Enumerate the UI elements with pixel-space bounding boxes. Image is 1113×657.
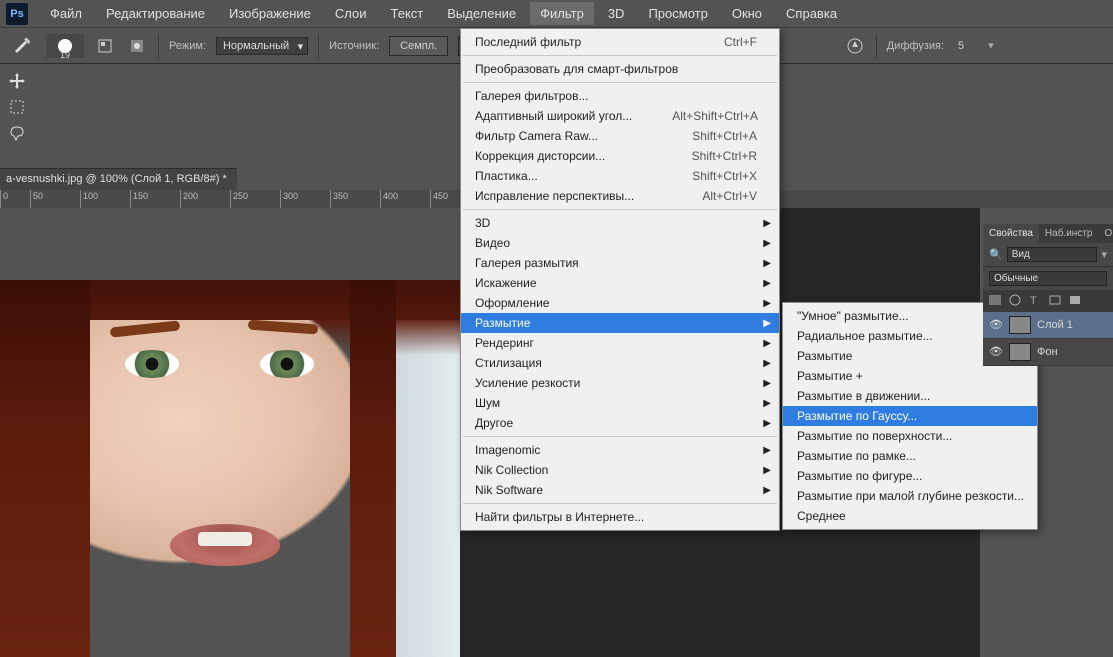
- visibility-icon[interactable]: 👁: [989, 345, 1003, 359]
- menu-edit[interactable]: Редактирование: [96, 2, 215, 25]
- filter-menu-item[interactable]: Размытие▶: [461, 313, 779, 333]
- canvas-image[interactable]: [0, 280, 460, 657]
- filter-menu-item[interactable]: Усиление резкости▶: [461, 373, 779, 393]
- filter-menu-item[interactable]: Найти фильтры в Интернете...: [461, 507, 779, 527]
- menu-select[interactable]: Выделение: [437, 2, 526, 25]
- menu-bar: Ps Файл Редактирование Изображение Слои …: [0, 0, 1113, 28]
- filter-menu-item[interactable]: Искажение▶: [461, 273, 779, 293]
- diffusion-label: Диффузия:: [887, 40, 944, 52]
- sample-layers-icon[interactable]: [126, 35, 148, 57]
- menu-view[interactable]: Просмотр: [638, 2, 717, 25]
- pressure-size-icon[interactable]: [844, 35, 866, 57]
- properties-panel-tabs: Свойства Наб.инстр О: [983, 224, 1113, 243]
- filter-menu-item[interactable]: Nik Collection▶: [461, 460, 779, 480]
- blur-submenu-item[interactable]: Размытие +: [783, 366, 1037, 386]
- blur-submenu-item[interactable]: Размытие по фигуре...: [783, 466, 1037, 486]
- layer-name: Фон: [1037, 346, 1058, 358]
- menu-layers[interactable]: Слои: [325, 2, 377, 25]
- brush-preset-picker[interactable]: 19: [46, 34, 84, 58]
- filter-text-icon[interactable]: T: [1027, 293, 1045, 309]
- blur-submenu-item[interactable]: Размытие по рамке...: [783, 446, 1037, 466]
- brush-size-label: 19: [60, 50, 70, 60]
- filter-menu-item[interactable]: Другое▶: [461, 413, 779, 433]
- filter-pixel-icon[interactable]: [987, 293, 1005, 309]
- toggle-brush-panel-icon[interactable]: [94, 35, 116, 57]
- source-label: Источник:: [329, 40, 379, 52]
- filter-menu-item[interactable]: Стилизация▶: [461, 353, 779, 373]
- filter-menu-item[interactable]: Галерея фильтров...: [461, 86, 779, 106]
- layer-thumbnail: [1009, 343, 1031, 361]
- document-tab[interactable]: a-vesnushki.jpg @ 100% (Слой 1, RGB/8#) …: [0, 168, 237, 190]
- menu-3d[interactable]: 3D: [598, 2, 635, 25]
- lasso-tool[interactable]: [0, 120, 34, 146]
- source-sampled-button[interactable]: Семпл.: [389, 36, 448, 56]
- tab-properties[interactable]: Свойства: [983, 224, 1039, 243]
- filter-menu-item[interactable]: 3D▶: [461, 213, 779, 233]
- layer-row-1[interactable]: 👁 Слой 1: [983, 312, 1113, 339]
- mode-label: Режим:: [169, 40, 206, 52]
- blur-submenu-item[interactable]: Размытие по Гауссу...: [783, 406, 1037, 426]
- menu-file[interactable]: Файл: [40, 2, 92, 25]
- menu-window[interactable]: Окно: [722, 2, 772, 25]
- filter-menu-item[interactable]: Адаптивный широкий угол...Alt+Shift+Ctrl…: [461, 106, 779, 126]
- layer-filter-toolbar: T: [983, 290, 1113, 312]
- filter-menu-item[interactable]: Преобразовать для смарт-фильтров: [461, 59, 779, 79]
- view-select[interactable]: Вид: [1007, 247, 1098, 262]
- filter-menu-item[interactable]: Коррекция дисторсии...Shift+Ctrl+R: [461, 146, 779, 166]
- filter-menu-item[interactable]: Исправление перспективы...Alt+Ctrl+V: [461, 186, 779, 206]
- layer-row-background[interactable]: 👁 Фон: [983, 339, 1113, 366]
- layer-name: Слой 1: [1037, 319, 1073, 331]
- search-icon: 🔍: [989, 248, 1003, 261]
- filter-menu-item[interactable]: Nik Software▶: [461, 480, 779, 500]
- blend-mode-select[interactable]: Нормальный ▾: [216, 37, 308, 55]
- tools-panel: [0, 64, 34, 146]
- blur-submenu-item[interactable]: Размытие в движении...: [783, 386, 1037, 406]
- filter-adjust-icon[interactable]: [1007, 293, 1025, 309]
- marquee-tool[interactable]: [0, 94, 34, 120]
- filter-menu-dropdown: Последний фильтрCtrl+F Преобразовать для …: [460, 28, 780, 531]
- filter-menu-item[interactable]: Шум▶: [461, 393, 779, 413]
- layer-thumbnail: [1009, 316, 1031, 334]
- filter-smart-icon[interactable]: [1067, 293, 1085, 309]
- filter-menu-item[interactable]: Рендеринг▶: [461, 333, 779, 353]
- filter-shape-icon[interactable]: [1047, 293, 1065, 309]
- tab-tool-presets[interactable]: Наб.инстр: [1039, 224, 1099, 243]
- blur-submenu-item[interactable]: Размытие по поверхности...: [783, 426, 1037, 446]
- filter-menu-item[interactable]: Imagenomic▶: [461, 440, 779, 460]
- right-panels: Свойства Наб.инстр О 🔍 Вид ▾ Обычные T 👁…: [983, 224, 1113, 366]
- diffusion-value[interactable]: 5: [958, 40, 964, 52]
- filter-menu-item[interactable]: Пластика...Shift+Ctrl+X: [461, 166, 779, 186]
- menu-filter[interactable]: Фильтр: [530, 2, 594, 25]
- visibility-icon[interactable]: 👁: [989, 318, 1003, 332]
- app-logo: Ps: [6, 3, 28, 25]
- svg-text:T: T: [1030, 295, 1037, 307]
- blur-submenu-item[interactable]: Среднее: [783, 506, 1037, 526]
- filter-menu-item[interactable]: Последний фильтрCtrl+F: [461, 32, 779, 52]
- filter-menu-item[interactable]: Видео▶: [461, 233, 779, 253]
- blend-mode-panel-select[interactable]: Обычные: [989, 271, 1107, 286]
- blur-submenu-item[interactable]: Размытие при малой глубине резкости...: [783, 486, 1037, 506]
- filter-menu-item[interactable]: Галерея размытия▶: [461, 253, 779, 273]
- filter-menu-item[interactable]: Оформление▶: [461, 293, 779, 313]
- tab-overflow[interactable]: О: [1098, 224, 1113, 243]
- move-tool[interactable]: [0, 68, 34, 94]
- menu-text[interactable]: Текст: [381, 2, 434, 25]
- healing-brush-tool-icon[interactable]: [8, 32, 36, 60]
- filter-menu-item[interactable]: Фильтр Camera Raw...Shift+Ctrl+A: [461, 126, 779, 146]
- menu-help[interactable]: Справка: [776, 2, 847, 25]
- menu-image[interactable]: Изображение: [219, 2, 321, 25]
